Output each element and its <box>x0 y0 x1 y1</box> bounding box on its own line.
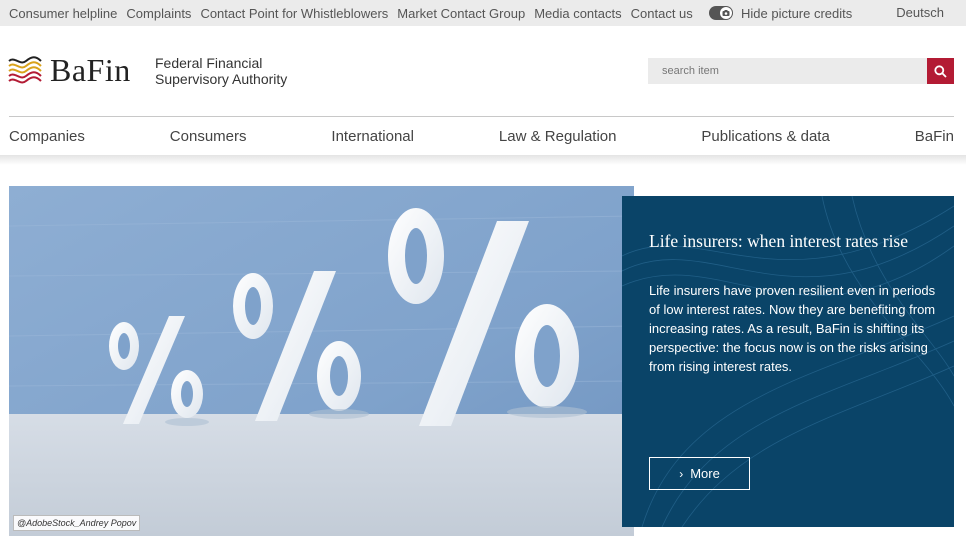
complaints-link[interactable]: Complaints <box>126 6 191 21</box>
picture-credits-label: Hide picture credits <box>741 5 853 21</box>
service-links: Consumer helpline Complaints Contact Poi… <box>9 0 702 26</box>
nav-item-consumers[interactable]: Consumers <box>170 128 247 145</box>
authority-name: Federal Financial Supervisory Authority <box>155 55 287 87</box>
authority-line-2: Supervisory Authority <box>155 71 288 87</box>
whistleblowers-link[interactable]: Contact Point for Whistleblowers <box>200 6 388 21</box>
nav-item-companies[interactable]: Companies <box>9 128 85 145</box>
contact-us-link[interactable]: Contact us <box>631 6 693 21</box>
language-switch-link[interactable]: Deutsch <box>896 0 944 26</box>
nav-item-international[interactable]: International <box>331 128 414 145</box>
search-button[interactable] <box>927 58 954 84</box>
teaser-title[interactable]: Life insurers: when interest rates rise <box>649 230 939 252</box>
chevron-right-icon: › <box>679 466 684 481</box>
search-form <box>648 58 954 84</box>
bafin-wave-logo-icon <box>8 56 42 84</box>
camera-icon <box>720 7 732 19</box>
media-contacts-link[interactable]: Media contacts <box>534 6 621 21</box>
search-icon <box>934 64 947 78</box>
teaser-panel: Life insurers: when interest rates rise … <box>622 196 954 527</box>
search-input[interactable] <box>648 58 927 84</box>
nav-item-publications-data[interactable]: Publications & data <box>701 128 829 145</box>
main-navigation: Companies Consumers International Law & … <box>9 117 954 155</box>
logo-wordmark: BaFin <box>50 51 131 88</box>
nav-item-law-regulation[interactable]: Law & Regulation <box>499 128 617 145</box>
top-utility-bar: Consumer helpline Complaints Contact Poi… <box>0 0 966 26</box>
market-contact-group-link[interactable]: Market Contact Group <box>397 6 525 21</box>
photo-credit-label: @AdobeStock_Andrey Popov <box>13 515 141 531</box>
percent-signs-photo <box>9 186 634 536</box>
more-button-label: More <box>690 466 720 481</box>
more-button[interactable]: › More <box>649 457 750 490</box>
bafin-logo[interactable]: BaFin <box>8 52 131 88</box>
picture-credits-toggle[interactable]: Hide picture credits <box>709 0 852 26</box>
consumer-helpline-link[interactable]: Consumer helpline <box>9 6 117 21</box>
hero-image <box>9 186 634 536</box>
toggle-switch[interactable] <box>709 6 733 20</box>
nav-shadow <box>0 155 966 165</box>
teaser-text: Life insurers have proven resilient even… <box>649 283 936 374</box>
nav-item-bafin[interactable]: BaFin <box>915 128 954 145</box>
authority-line-1: Federal Financial <box>155 55 263 71</box>
